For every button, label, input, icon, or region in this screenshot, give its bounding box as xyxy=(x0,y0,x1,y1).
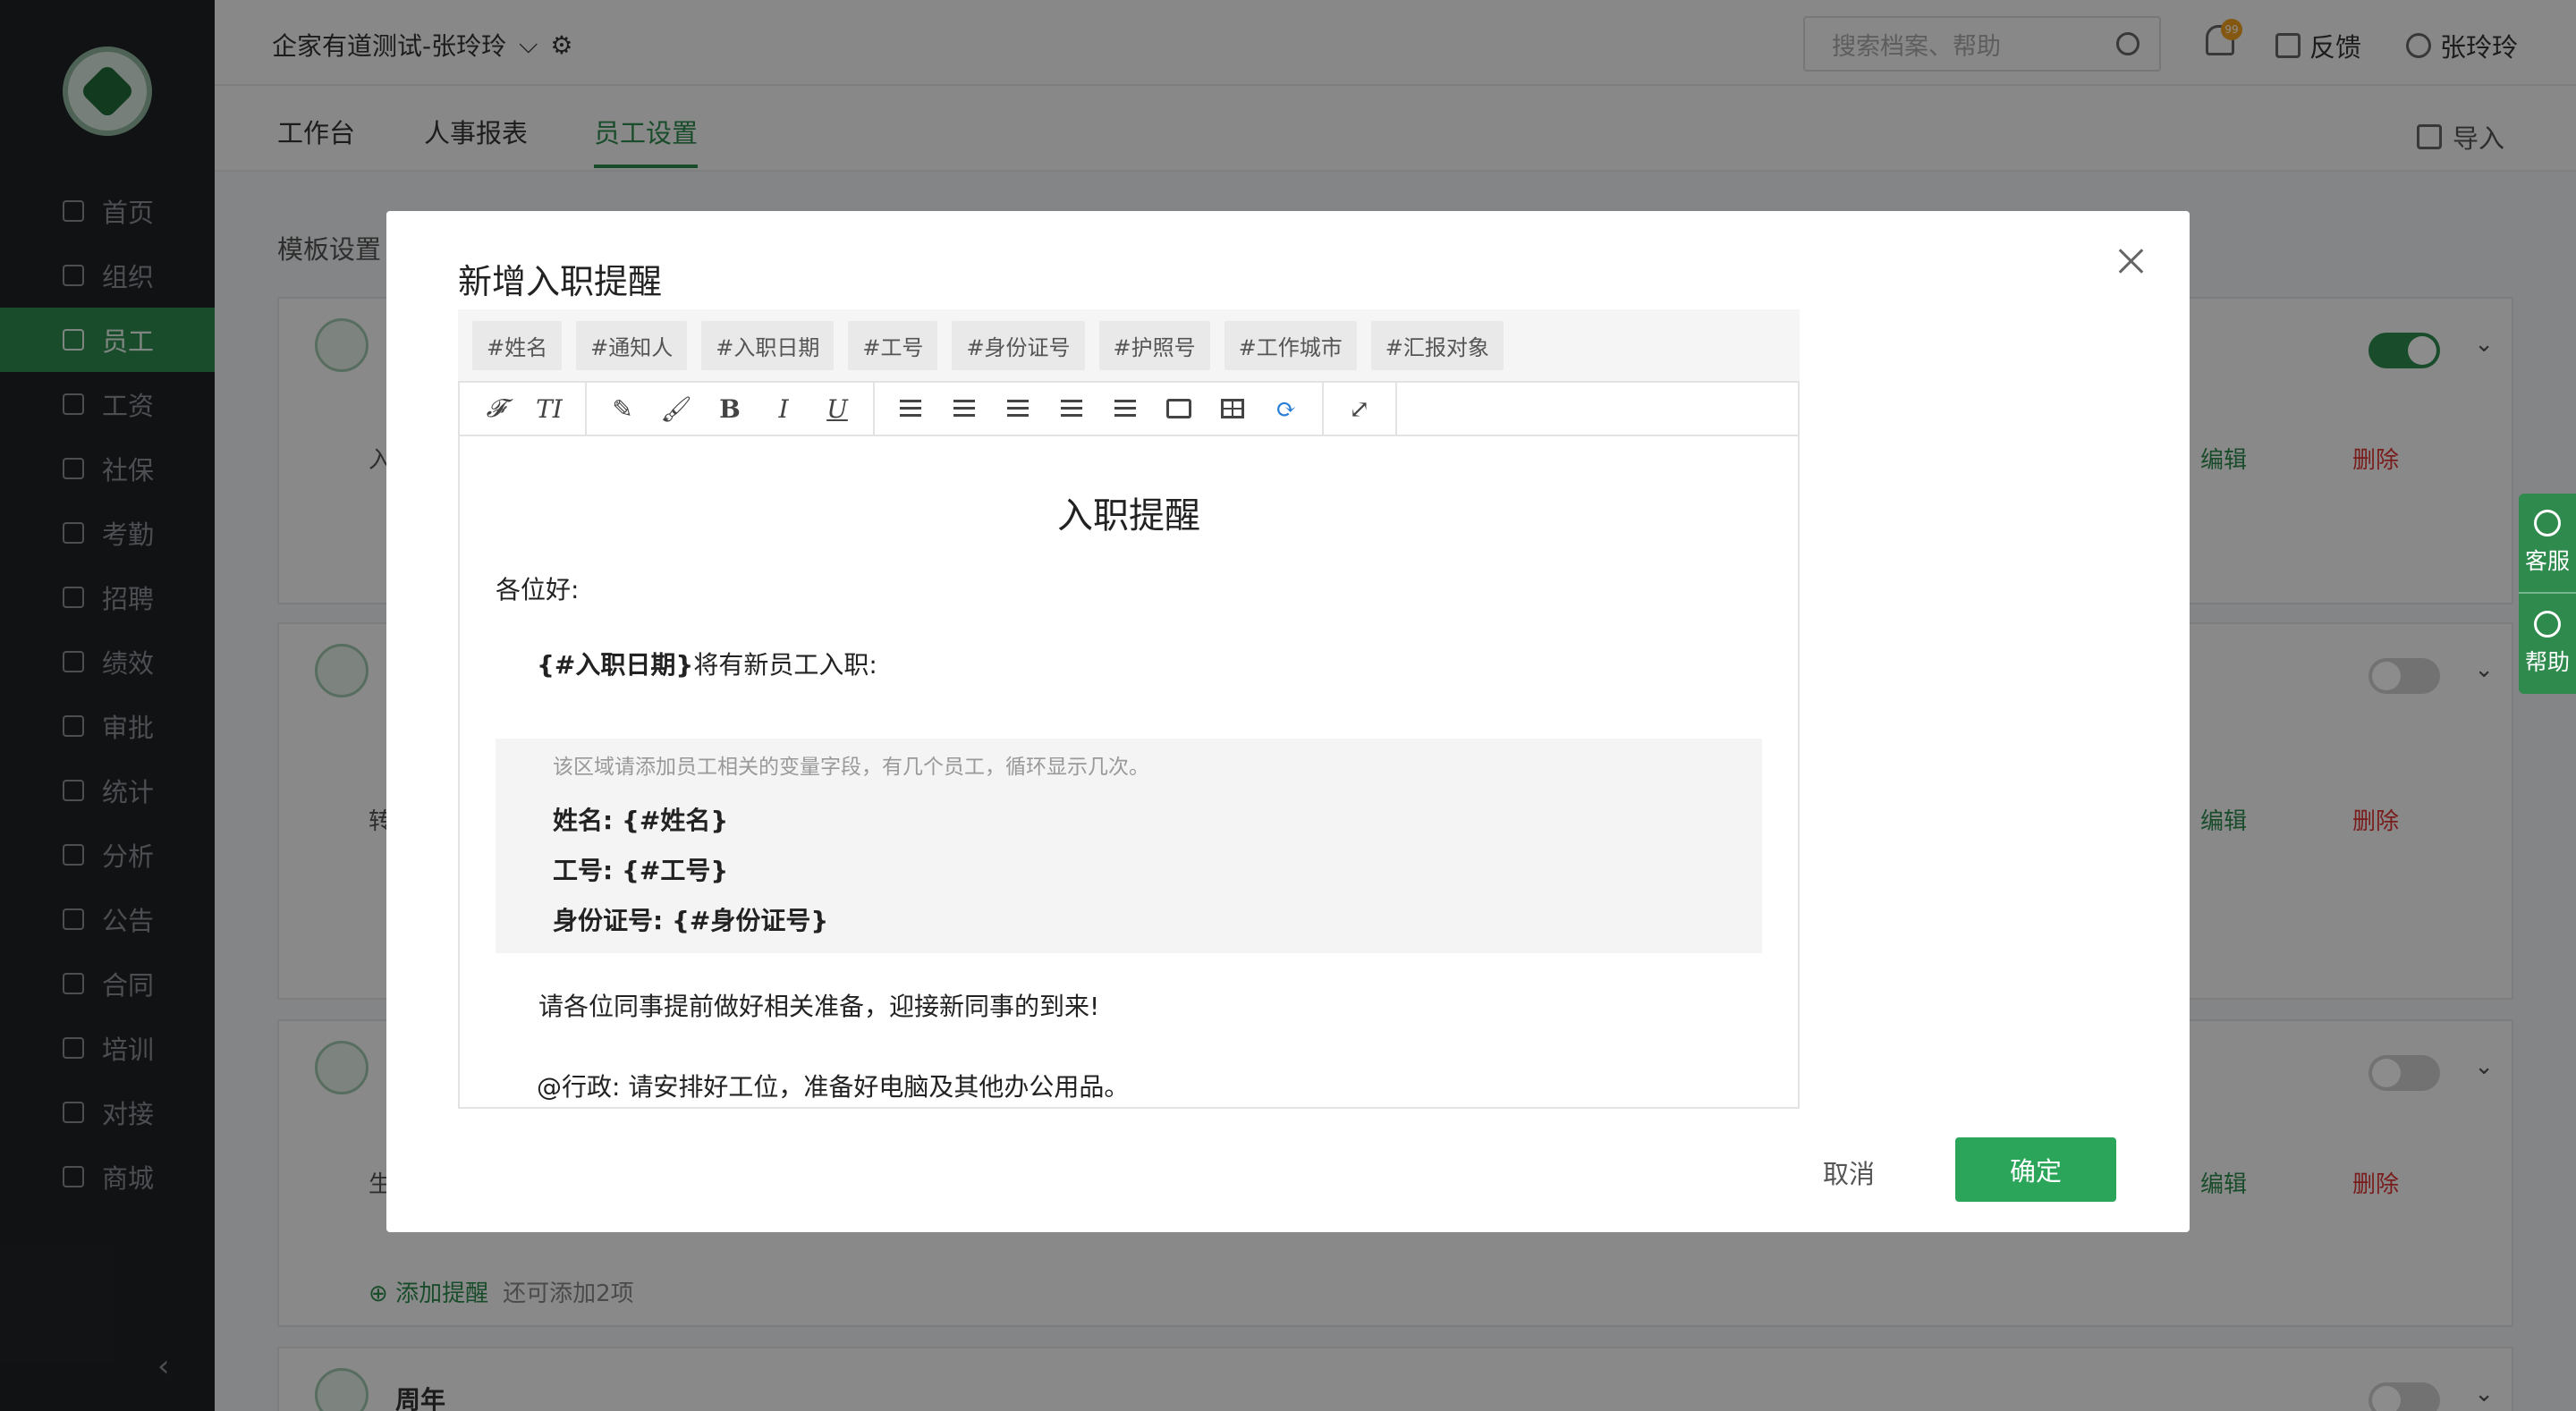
loop-field-row: 工号: {#工号} xyxy=(553,856,729,885)
highlight-icon[interactable]: 🖌 xyxy=(653,391,699,427)
floating-help-panel: 客服 帮助 xyxy=(2519,494,2576,694)
variable-chip[interactable]: #工号 xyxy=(848,320,938,370)
customer-service-button[interactable]: 客服 xyxy=(2519,494,2576,594)
dialog-title: 新增入职提醒 xyxy=(458,262,663,301)
doc-line-intro: {#入职日期}将有新员工入职: xyxy=(496,646,1762,681)
underline-icon[interactable]: U xyxy=(814,391,860,427)
variable-chip[interactable]: #汇报对象 xyxy=(1370,320,1504,370)
toolbar-group-view: ⤢ xyxy=(1324,381,1397,436)
date-variable: {#入职日期} xyxy=(537,650,694,680)
doc-paragraph: 请各位同事提前做好相关准备，迎接新同事的到来! xyxy=(538,992,1100,1021)
variable-chip[interactable]: #入职日期 xyxy=(701,320,835,370)
compass-icon xyxy=(2534,611,2561,638)
font-size-icon[interactable]: TI xyxy=(526,391,572,427)
toolbar-group-font: 𝓕 TI xyxy=(460,381,587,436)
new-onboarding-reminder-dialog: 新增入职提醒 #姓名 #通知人 #入职日期 #工号 #身份证号 #护照号 #工作… xyxy=(386,211,2190,1232)
close-icon[interactable] xyxy=(2113,243,2148,279)
variable-chip[interactable]: #通知人 xyxy=(576,320,688,370)
bullet-list-icon[interactable] xyxy=(1048,391,1095,427)
fullscreen-icon[interactable]: ⤢ xyxy=(1336,391,1383,427)
doc-greeting: 各位好: xyxy=(496,575,580,604)
variable-chip[interactable]: #姓名 xyxy=(472,320,563,370)
help-label: 帮助 xyxy=(2524,649,2570,675)
loop-block[interactable]: 该区域请添加员工相关的变量字段，有几个员工，循环显示几次。 姓名: {#姓名} … xyxy=(496,739,1762,953)
variable-chip[interactable]: #身份证号 xyxy=(952,320,1085,370)
customer-service-label: 客服 xyxy=(2524,548,2570,574)
headset-icon xyxy=(2534,510,2561,537)
editor-toolbar: 𝓕 TI ✎ 🖌 B I U ⟳ ⤢ xyxy=(460,381,1798,436)
loop-hint: 该区域请添加员工相关的变量字段，有几个员工，循环显示几次。 xyxy=(553,756,1149,779)
loop-field-row: 姓名: {#姓名} xyxy=(553,806,729,835)
text-color-icon[interactable]: ✎ xyxy=(599,391,646,427)
toolbar-group-format: ✎ 🖌 B I U xyxy=(587,381,875,436)
variable-chip-bar: #姓名 #通知人 #入职日期 #工号 #身份证号 #护照号 #工作城市 #汇报对… xyxy=(458,309,1800,381)
align-center-icon[interactable] xyxy=(941,391,987,427)
italic-icon[interactable]: I xyxy=(760,391,807,427)
editor-content[interactable]: 入职提醒 各位好: {#入职日期}将有新员工入职: 该区域请添加员工相关的变量字… xyxy=(460,486,1798,1103)
align-left-icon[interactable] xyxy=(887,391,934,427)
help-button[interactable]: 帮助 xyxy=(2519,594,2576,694)
refresh-icon[interactable]: ⟳ xyxy=(1263,391,1309,427)
image-icon[interactable] xyxy=(1156,391,1202,427)
font-family-icon[interactable]: 𝓕 xyxy=(472,391,519,427)
cancel-button[interactable]: 取消 xyxy=(1823,1153,1875,1191)
table-icon[interactable] xyxy=(1209,391,1256,427)
align-right-icon[interactable] xyxy=(995,391,1041,427)
rich-text-editor: 𝓕 TI ✎ 🖌 B I U ⟳ ⤢ 入职提醒 各位好: {#入职日期}将有新员… xyxy=(458,381,1800,1109)
numbered-list-icon[interactable] xyxy=(1102,391,1148,427)
confirm-button[interactable]: 确定 xyxy=(1955,1137,2116,1202)
toolbar-group-paragraph: ⟳ xyxy=(875,381,1324,436)
bold-icon[interactable]: B xyxy=(707,391,753,427)
loop-field-row: 身份证号: {#身份证号} xyxy=(553,906,829,935)
variable-chip[interactable]: #工作城市 xyxy=(1224,320,1357,370)
variable-chip[interactable]: #护照号 xyxy=(1098,320,1210,370)
doc-paragraph: @行政: 请安排好工位，准备好电脑及其他办公用品。 xyxy=(537,1072,1130,1102)
doc-title: 入职提醒 xyxy=(1057,495,1200,537)
doc-line-intro-text: 将有新员工入职: xyxy=(693,650,877,680)
